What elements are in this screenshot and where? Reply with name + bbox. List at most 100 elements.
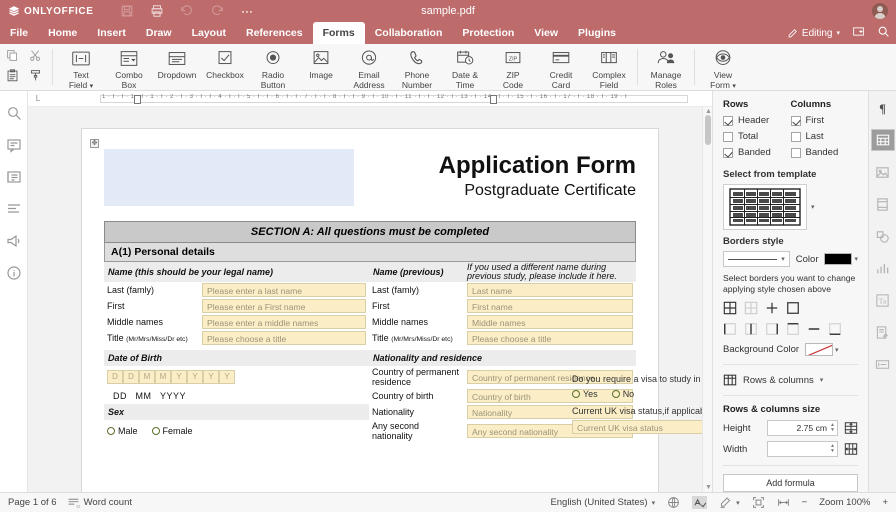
dob-cell-y2[interactable]: Y bbox=[187, 370, 203, 384]
background-color-swatch-none[interactable] bbox=[805, 343, 833, 356]
insert-complex-field-button[interactable]: ComplexField bbox=[585, 44, 633, 90]
all-borders-icon[interactable] bbox=[723, 301, 737, 315]
chevron-down-icon[interactable]: ▾ bbox=[652, 499, 656, 507]
avatar[interactable] bbox=[872, 3, 888, 19]
redo-icon[interactable] bbox=[210, 4, 224, 18]
chevron-down-icon[interactable]: ▾ bbox=[835, 346, 839, 354]
dob-cell-m1[interactable]: M bbox=[139, 370, 155, 384]
template-selector[interactable]: ▾ bbox=[723, 184, 858, 230]
columns-banded-checkbox[interactable] bbox=[791, 148, 801, 158]
editing-mode-button[interactable]: Editing ▾ bbox=[787, 28, 840, 39]
tab-references[interactable]: References bbox=[236, 22, 313, 44]
columns-last-checkbox-row[interactable]: Last bbox=[791, 131, 859, 142]
paste-icon[interactable] bbox=[6, 69, 19, 85]
middle-names-field[interactable]: Please enter a middle names bbox=[202, 315, 366, 329]
tab-view[interactable]: View bbox=[524, 22, 568, 44]
chevron-down-icon[interactable]: ▾ bbox=[811, 203, 815, 211]
tab-forms[interactable]: Forms bbox=[313, 22, 365, 44]
stepper-arrows-icon[interactable]: ▲▼ bbox=[830, 423, 835, 433]
cut-icon[interactable] bbox=[29, 49, 42, 65]
scroll-up-icon[interactable]: ▲ bbox=[705, 108, 712, 115]
columns-first-checkbox[interactable] bbox=[791, 116, 801, 126]
format-painter-icon[interactable] bbox=[29, 69, 42, 85]
signature-settings-button[interactable] bbox=[871, 321, 895, 343]
print-icon[interactable] bbox=[150, 4, 164, 18]
insert-checkbox-button[interactable]: Checkbox bbox=[201, 44, 249, 90]
stepper-arrows-icon[interactable]: ▲▼ bbox=[830, 444, 835, 454]
chart-settings-button[interactable] bbox=[871, 257, 895, 279]
last-name-field[interactable]: Please enter a last name bbox=[202, 283, 366, 297]
shape-settings-button[interactable] bbox=[871, 225, 895, 247]
height-stepper[interactable]: 2.75 cm ▲▼ bbox=[767, 420, 838, 436]
paragraph-settings-button[interactable]: ¶ bbox=[871, 97, 895, 119]
zoom-out-button[interactable]: − bbox=[802, 497, 808, 508]
tab-file[interactable]: File bbox=[0, 22, 38, 44]
add-formula-button[interactable]: Add formula bbox=[723, 474, 858, 492]
table-settings-button[interactable] bbox=[871, 129, 895, 151]
chevron-down-icon[interactable]: ▾ bbox=[736, 499, 740, 507]
document-page[interactable]: ✥ Application Form Postgraduate Certific… bbox=[82, 129, 658, 492]
header-footer-settings-button[interactable] bbox=[871, 193, 895, 215]
first-name-field[interactable]: Please enter a First name bbox=[202, 299, 366, 313]
spell-check-icon[interactable] bbox=[692, 496, 707, 509]
title-field[interactable]: Please choose a title bbox=[202, 331, 366, 345]
distribute-columns-icon[interactable] bbox=[844, 442, 858, 456]
rows-banded-checkbox[interactable] bbox=[723, 148, 733, 158]
search-icon[interactable] bbox=[877, 25, 890, 41]
ruler-corner-tab-selector[interactable]: L bbox=[28, 94, 48, 103]
tab-collaboration[interactable]: Collaboration bbox=[365, 22, 453, 44]
about-icon[interactable] bbox=[6, 265, 22, 281]
tab-home[interactable]: Home bbox=[38, 22, 87, 44]
columns-last-checkbox[interactable] bbox=[791, 132, 801, 142]
track-changes-button[interactable]: ▾ bbox=[719, 496, 740, 509]
undo-icon[interactable] bbox=[180, 4, 194, 18]
prev-title-field[interactable]: Please choose a title bbox=[467, 331, 633, 345]
chevron-down-icon[interactable]: ▾ bbox=[854, 255, 858, 263]
more-icon[interactable] bbox=[240, 4, 254, 18]
table-move-handle[interactable]: ✥ bbox=[90, 139, 99, 148]
rows-columns-collapsible[interactable]: Rows & columns ▾ bbox=[723, 373, 858, 387]
view-form-button[interactable]: ViewForm ▾ bbox=[699, 44, 747, 90]
comments-icon[interactable] bbox=[6, 137, 22, 153]
rows-total-checkbox-row[interactable]: Total bbox=[723, 131, 791, 142]
insert-image-button[interactable]: Image bbox=[297, 44, 345, 90]
rows-header-checkbox-row[interactable]: Header bbox=[723, 115, 791, 126]
text-art-settings-button[interactable]: Ta bbox=[871, 289, 895, 311]
prev-last-name-field[interactable]: Last name bbox=[467, 283, 633, 297]
copy-icon[interactable] bbox=[6, 49, 19, 65]
scroll-down-icon[interactable]: ▼ bbox=[705, 484, 712, 491]
outer-borders-icon[interactable] bbox=[786, 301, 800, 315]
zoom-in-button[interactable]: + bbox=[882, 497, 888, 508]
logo-placeholder-image[interactable] bbox=[104, 149, 354, 206]
border-color-picker[interactable]: ▾ bbox=[824, 253, 858, 265]
vertical-scrollbar[interactable]: ▲ ▼ bbox=[702, 107, 712, 492]
horizontal-ruler[interactable]: L 1 · I · I · 1 · I · 1 · I · 2 · I · 3 … bbox=[28, 91, 712, 107]
chevron-down-icon[interactable]: ▾ bbox=[820, 376, 824, 384]
sex-radio-female[interactable]: Female bbox=[152, 426, 193, 436]
save-icon[interactable] bbox=[120, 4, 134, 18]
fit-page-icon[interactable] bbox=[752, 496, 765, 509]
page-indicator[interactable]: Page 1 of 6 bbox=[8, 497, 57, 508]
dob-cell-d2[interactable]: D bbox=[123, 370, 139, 384]
image-settings-button[interactable] bbox=[871, 161, 895, 183]
insert-dropdown-button[interactable]: Dropdown bbox=[153, 44, 201, 90]
visa-status-field[interactable]: Current UK visa status bbox=[572, 420, 712, 434]
form-settings-button[interactable] bbox=[871, 353, 895, 375]
template-preview[interactable] bbox=[723, 184, 807, 230]
background-color-picker[interactable]: ▾ bbox=[805, 343, 839, 356]
horizontal-inner-border-icon[interactable] bbox=[807, 322, 821, 336]
columns-first-checkbox-row[interactable]: First bbox=[791, 115, 859, 126]
tab-protection[interactable]: Protection bbox=[452, 22, 524, 44]
paragraph-marks-icon[interactable] bbox=[6, 201, 22, 217]
ruler-left-indent-marker[interactable] bbox=[134, 95, 141, 104]
visa-radio-yes[interactable]: Yes bbox=[572, 389, 598, 399]
visa-radio-no[interactable]: No bbox=[612, 389, 635, 399]
tab-insert[interactable]: Insert bbox=[87, 22, 136, 44]
prev-first-name-field[interactable]: First name bbox=[467, 299, 633, 313]
inner-borders-icon[interactable] bbox=[744, 301, 758, 315]
rows-header-checkbox[interactable] bbox=[723, 116, 733, 126]
insert-date-time-button[interactable]: Date &Time bbox=[441, 44, 489, 90]
dob-cell-y3[interactable]: Y bbox=[203, 370, 219, 384]
dob-cell-d1[interactable]: D bbox=[107, 370, 123, 384]
insert-email-address-button[interactable]: EmailAddress bbox=[345, 44, 393, 90]
